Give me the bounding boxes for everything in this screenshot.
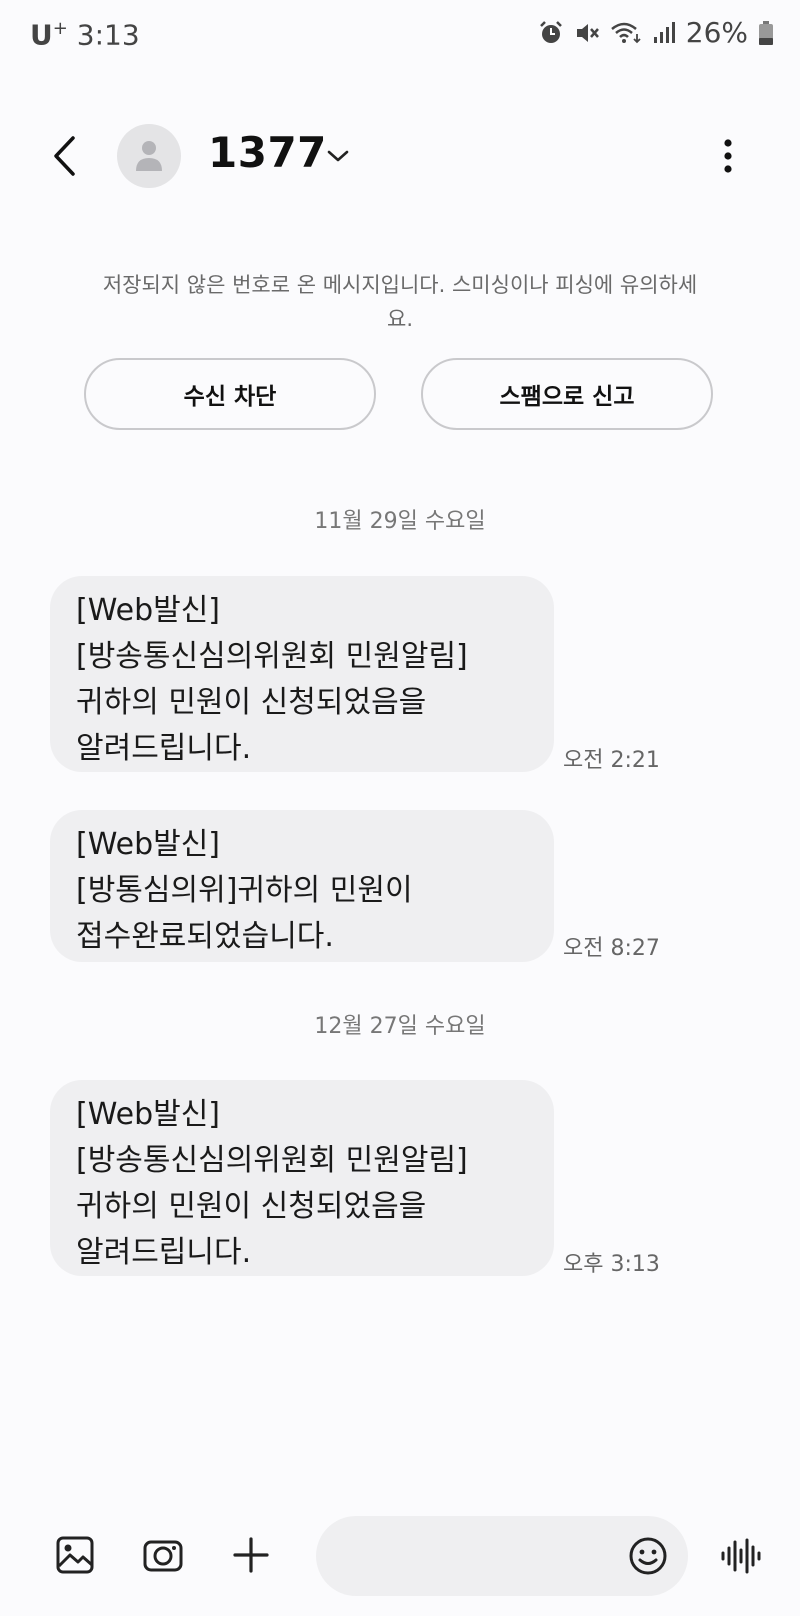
date-separator: 12월 27일 수요일 xyxy=(314,1014,486,1039)
person-icon xyxy=(136,141,162,171)
message-bubble[interactable]: [Web발신] [방통심의위]귀하의 민원이 접수완료되었습니다. xyxy=(50,810,554,962)
carrier-plus: + xyxy=(52,18,68,39)
gallery-icon xyxy=(56,1536,94,1574)
voice-icon xyxy=(721,1538,761,1574)
emoji-button[interactable] xyxy=(624,1532,672,1580)
back-arrow-icon xyxy=(54,136,75,176)
attach-button[interactable] xyxy=(226,1530,276,1580)
message-time: 오후 3:13 xyxy=(563,1252,660,1277)
signal-icon xyxy=(652,21,676,45)
message-time: 오전 2:21 xyxy=(563,748,660,773)
wifi-icon xyxy=(610,20,642,46)
report-spam-button[interactable]: 스팸으로 신고 xyxy=(421,358,713,430)
alarm-icon xyxy=(538,20,564,46)
mute-icon xyxy=(574,20,600,46)
status-time: 3:13 xyxy=(76,18,140,52)
message-bubble[interactable]: [Web발신] [방송통신심의위원회 민원알림] 귀하의 민원이 신청되었음을 … xyxy=(50,1080,554,1276)
chevron-down-icon xyxy=(327,150,349,162)
carrier-label: U xyxy=(30,18,53,52)
unsaved-number-warning: 저장되지 않은 번호로 온 메시지입니다. 스미싱이나 피싱에 유의하세요. xyxy=(102,273,698,331)
contact-details-button[interactable] xyxy=(320,138,356,174)
camera-button[interactable] xyxy=(138,1530,188,1580)
plus-icon xyxy=(233,1537,269,1573)
message-time: 오전 8:27 xyxy=(563,936,660,961)
battery-percent: 26% xyxy=(685,16,748,49)
back-button[interactable] xyxy=(40,126,90,186)
message-bubble[interactable]: [Web발신] [방송통신심의위원회 민원알림] 귀하의 민원이 신청되었음을 … xyxy=(50,576,554,772)
voice-input-button[interactable] xyxy=(716,1532,766,1580)
date-separator: 11월 29일 수요일 xyxy=(314,509,486,534)
battery-icon xyxy=(758,20,774,46)
carrier-and-time: U+ 3:13 xyxy=(30,18,140,51)
status-bar: U+ 3:13 26% xyxy=(0,0,800,70)
more-vertical-icon xyxy=(724,139,732,173)
contact-name[interactable]: 1377 xyxy=(208,128,327,177)
emoji-icon xyxy=(629,1537,667,1575)
gallery-button[interactable] xyxy=(50,1530,100,1580)
contact-avatar[interactable] xyxy=(117,124,181,188)
status-icons: 26% xyxy=(538,16,774,49)
block-number-button[interactable]: 수신 차단 xyxy=(84,358,376,430)
camera-icon xyxy=(143,1540,183,1572)
more-options-button[interactable] xyxy=(710,128,746,184)
